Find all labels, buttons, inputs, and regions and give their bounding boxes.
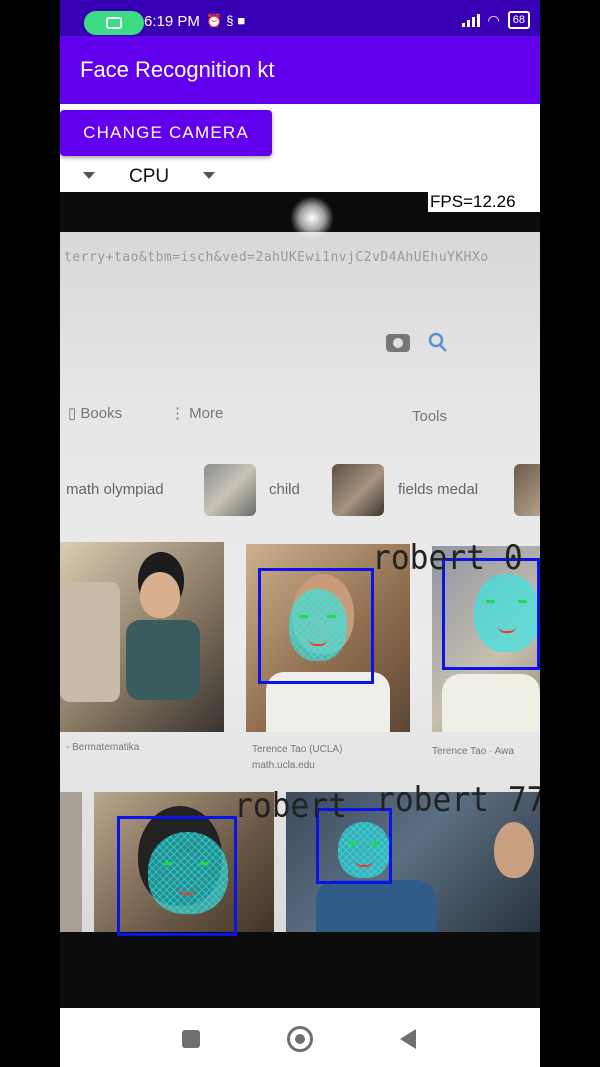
alarm-icon: ⏰	[206, 13, 227, 28]
chip-thumbnail	[514, 464, 540, 516]
tab-books: ▯ Books	[68, 405, 123, 422]
page-title: Face Recognition kt	[80, 57, 275, 82]
url-text: terry+tao&tbm=isch&ved=2ahUKEwi1nvjC2vD4…	[64, 250, 489, 265]
dropdown-arrow-icon[interactable]	[83, 172, 95, 179]
change-camera-button[interactable]: CHANGE CAMERA	[60, 110, 272, 156]
signal-icon	[461, 13, 480, 27]
fps-counter: FPS=12.26	[428, 192, 540, 212]
image-caption: math.ucla.edu	[252, 760, 315, 771]
face-bounding-box	[117, 816, 237, 936]
phone-screen: 6:19 PM ⏰§■ ◠ 68 Face Recognition kt CHA…	[60, 0, 540, 1067]
face-bounding-box	[258, 568, 374, 684]
face-label: robert 0	[372, 538, 523, 578]
image-tile	[60, 542, 224, 732]
tab-tools: Tools	[412, 408, 448, 425]
video-icon: ■	[237, 13, 250, 28]
home-icon[interactable]	[287, 1026, 313, 1052]
search-icon	[428, 332, 444, 348]
chip-thumbnail	[204, 464, 256, 516]
status-time: 6:19 PM	[144, 13, 200, 30]
wifi-icon: ◠	[487, 11, 500, 28]
face-label: robert 77	[376, 780, 540, 820]
image-caption: - Bermatematika	[66, 742, 140, 753]
status-bar: 6:19 PM ⏰§■ ◠ 68	[60, 0, 540, 36]
chip-thumbnail	[332, 464, 384, 516]
chip-child: child	[269, 481, 300, 498]
tab-more: ⋮ More	[170, 405, 224, 422]
back-icon[interactable]	[400, 1029, 416, 1049]
chip-math-olympiad: math olympiad	[66, 481, 164, 498]
captured-monitor: terry+tao&tbm=isch&ved=2ahUKEwi1nvjC2vD4…	[60, 232, 540, 936]
battery-icon: 68	[507, 11, 530, 29]
face-label: robert	[234, 786, 348, 826]
app-bar: Face Recognition kt	[60, 36, 540, 104]
image-tile	[60, 792, 82, 932]
chevron-down-icon[interactable]	[203, 172, 215, 179]
screen-record-icon[interactable]	[84, 11, 144, 35]
notification-icons: ⏰§■	[206, 13, 249, 29]
image-caption: Terence Tao · Awa	[432, 746, 514, 757]
chip-fields-medal: fields medal	[398, 481, 479, 498]
light-glare	[290, 196, 334, 240]
search-bar-icons	[386, 332, 447, 352]
device-select[interactable]: CPU	[129, 166, 169, 188]
image-caption: Terence Tao (UCLA)	[252, 744, 343, 755]
recents-icon[interactable]	[182, 1030, 200, 1048]
navigation-bar	[60, 1010, 540, 1067]
related-search-chips: math olympiad child fields medal	[60, 462, 540, 522]
sync-icon: §	[226, 13, 238, 28]
camera-preview: terry+tao&tbm=isch&ved=2ahUKEwi1nvjC2vD4…	[60, 192, 540, 1008]
